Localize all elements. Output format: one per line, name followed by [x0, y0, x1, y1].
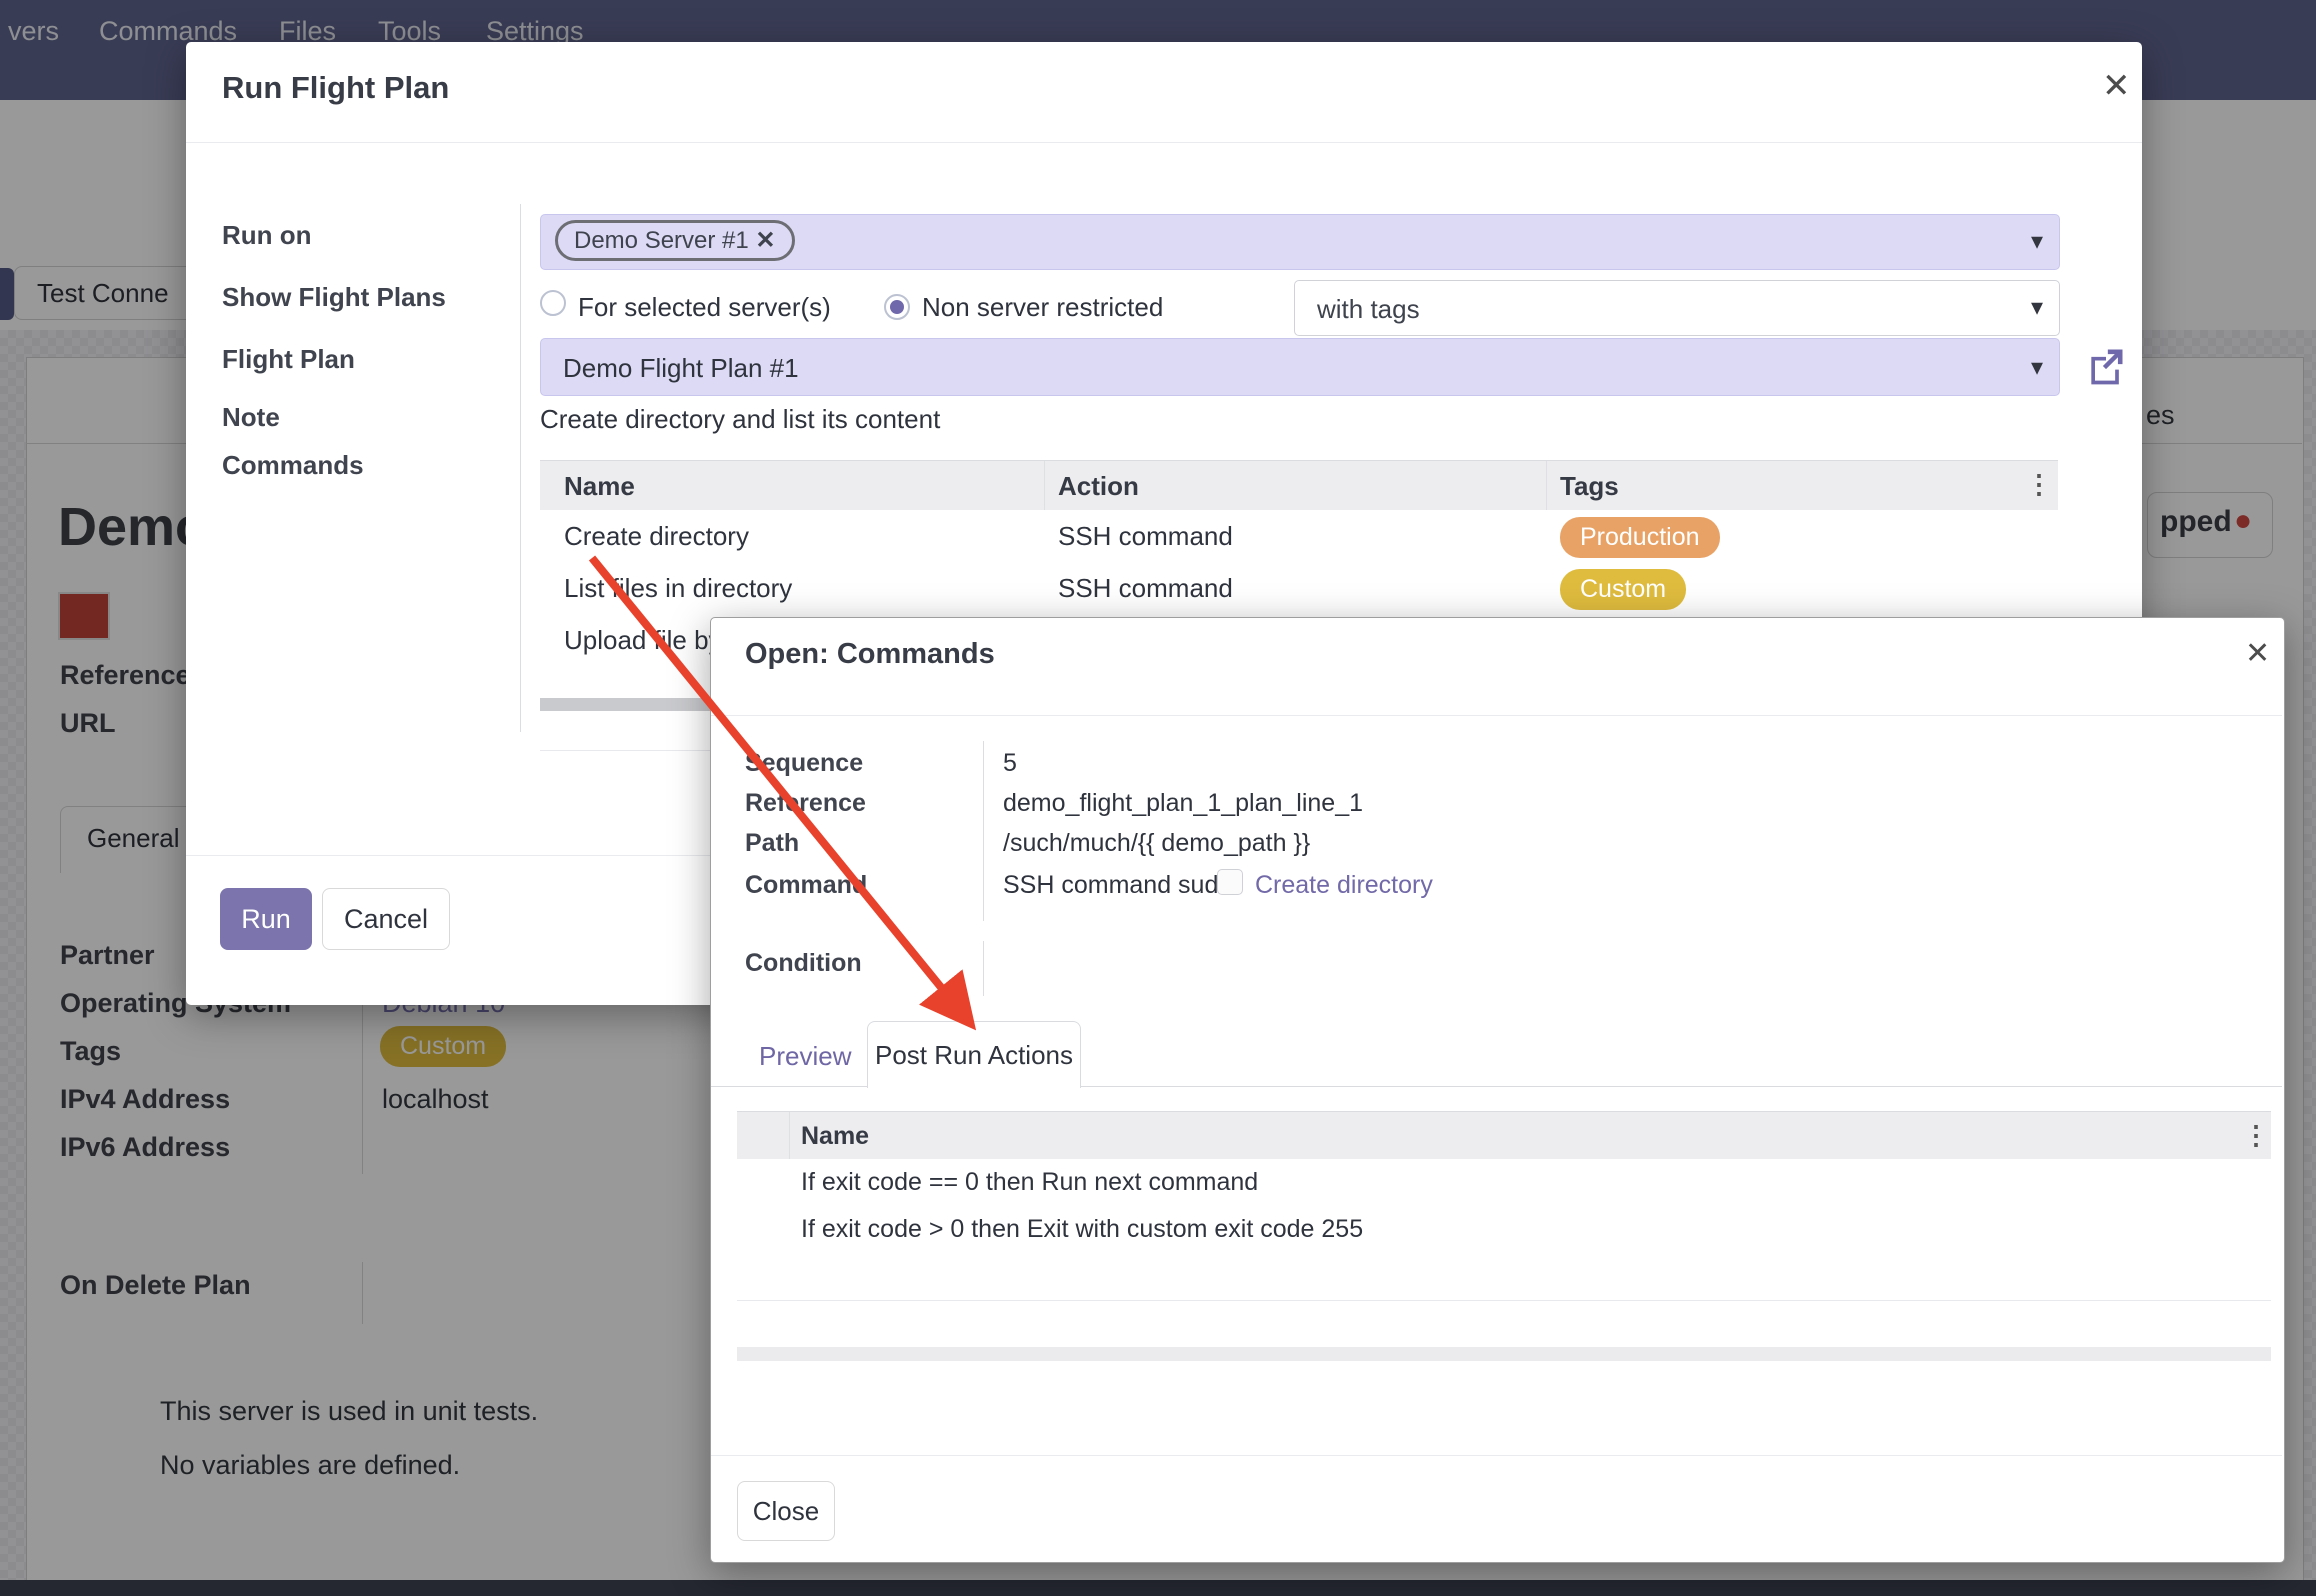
radio-selected-servers-label[interactable]: For selected server(s): [578, 292, 831, 323]
with-tags-select[interactable]: with tags ▾: [1294, 280, 2060, 336]
note-label: Note: [222, 402, 280, 433]
post-run-row-name: If exit code > 0 then Exit with custom e…: [801, 1215, 1363, 1244]
commands-label: Commands: [222, 450, 364, 481]
tag-production-pill: Production: [1560, 517, 1720, 558]
path-label: Path: [745, 829, 799, 858]
show-flight-plans-label: Show Flight Plans: [222, 282, 446, 313]
row-action: SSH command: [1058, 573, 1233, 604]
radio-non-restricted-label[interactable]: Non server restricted: [922, 292, 1163, 323]
run-modal-title: Run Flight Plan: [222, 70, 449, 106]
col-tags[interactable]: Tags: [1560, 471, 1619, 502]
with-tags-value: with tags: [1317, 294, 1420, 325]
cmd-label-divider-2: [983, 941, 984, 996]
table-row[interactable]: List files in directory SSH command Cust…: [540, 562, 2058, 615]
sudo-checkbox[interactable]: [1217, 869, 1243, 895]
cancel-button[interactable]: Cancel: [322, 888, 450, 950]
sequence-label: Sequence: [745, 749, 863, 778]
run-on-label: Run on: [222, 220, 312, 251]
post-run-row-empty: [737, 1253, 2271, 1301]
row-action: SSH command: [1058, 521, 1233, 552]
screenshot-page: vers Commands Files Tools Settings Test …: [0, 0, 2316, 1596]
header-col-sep: [1546, 461, 1547, 511]
row-name: List files in directory: [564, 573, 792, 604]
command-link[interactable]: Create directory: [1255, 871, 1433, 900]
command-value: SSH command sudo: [1003, 871, 1232, 900]
flight-plan-value: Demo Flight Plan #1: [563, 353, 799, 384]
post-run-col-name[interactable]: Name: [801, 1122, 869, 1151]
post-run-table-options-icon[interactable]: ⋮: [2243, 1120, 2269, 1151]
reference-value: demo_flight_plan_1_plan_line_1: [1003, 789, 1363, 818]
path-value: /such/much/{{ demo_path }}: [1003, 829, 1310, 858]
col-action[interactable]: Action: [1058, 471, 1139, 502]
note-value: Create directory and list its content: [540, 404, 940, 435]
post-run-scrollbar[interactable]: [737, 1347, 2271, 1361]
run-button[interactable]: Run: [220, 888, 312, 950]
run-modal-close-icon[interactable]: ✕: [2102, 66, 2131, 106]
cmd-label-divider: [983, 741, 984, 921]
run-on-server-tag-label: Demo Server #1: [574, 227, 749, 254]
commands-modal-title: Open: Commands: [745, 638, 995, 671]
command-label: Command: [745, 871, 867, 900]
close-button[interactable]: Close: [737, 1481, 835, 1541]
header-col-sep: [1044, 461, 1045, 511]
post-run-row[interactable]: If exit code > 0 then Exit with custom e…: [737, 1206, 2271, 1254]
tab-preview[interactable]: Preview: [759, 1041, 851, 1072]
row-name: Create directory: [564, 521, 749, 552]
reference-field-label: Reference: [745, 789, 866, 818]
post-run-row[interactable]: If exit code == 0 then Run next command: [737, 1159, 2271, 1207]
table-row[interactable]: Create directory SSH command Production: [540, 510, 2058, 563]
condition-label: Condition: [745, 949, 862, 978]
with-tags-caret-icon[interactable]: ▾: [2031, 293, 2043, 322]
commands-modal-close-icon[interactable]: ✕: [2245, 636, 2270, 671]
header-col-sep: [789, 1112, 790, 1160]
radio-selected-dot: [890, 300, 904, 314]
run-on-server-tag[interactable]: Demo Server #1 ✕: [555, 220, 795, 261]
tag-custom-pill: Custom: [1560, 569, 1686, 610]
table-options-icon[interactable]: ⋮: [2026, 469, 2052, 500]
tab-post-run-actions[interactable]: Post Run Actions: [867, 1021, 1081, 1088]
run-modal-header-divider: [186, 142, 2142, 143]
post-run-row-name: If exit code == 0 then Run next command: [801, 1168, 1258, 1197]
run-on-caret-icon[interactable]: ▾: [2031, 227, 2043, 256]
sequence-value: 5: [1003, 749, 1017, 778]
flight-plan-caret-icon[interactable]: ▾: [2031, 353, 2043, 382]
run-on-select[interactable]: Demo Server #1 ✕ ▾: [540, 214, 2060, 270]
radio-non-restricted[interactable]: [884, 294, 910, 320]
col-name[interactable]: Name: [564, 471, 635, 502]
row-name: Upload file by: [564, 625, 722, 656]
remove-tag-icon[interactable]: ✕: [755, 227, 775, 254]
modal-label-divider: [520, 204, 521, 732]
radio-selected-servers[interactable]: [540, 290, 566, 316]
commands-table-header: Name Action Tags ⋮: [540, 460, 2058, 512]
open-commands-modal: Open: Commands ✕ Sequence Reference Path…: [710, 617, 2285, 1563]
post-run-table-header: Name ⋮: [737, 1111, 2271, 1161]
commands-modal-footer-divider: [711, 1455, 2282, 1456]
external-link-icon[interactable]: [2084, 344, 2128, 388]
commands-modal-header-divider: [711, 715, 2282, 716]
flight-plan-select[interactable]: Demo Flight Plan #1 ▾: [540, 338, 2060, 396]
flight-plan-label: Flight Plan: [222, 344, 355, 375]
